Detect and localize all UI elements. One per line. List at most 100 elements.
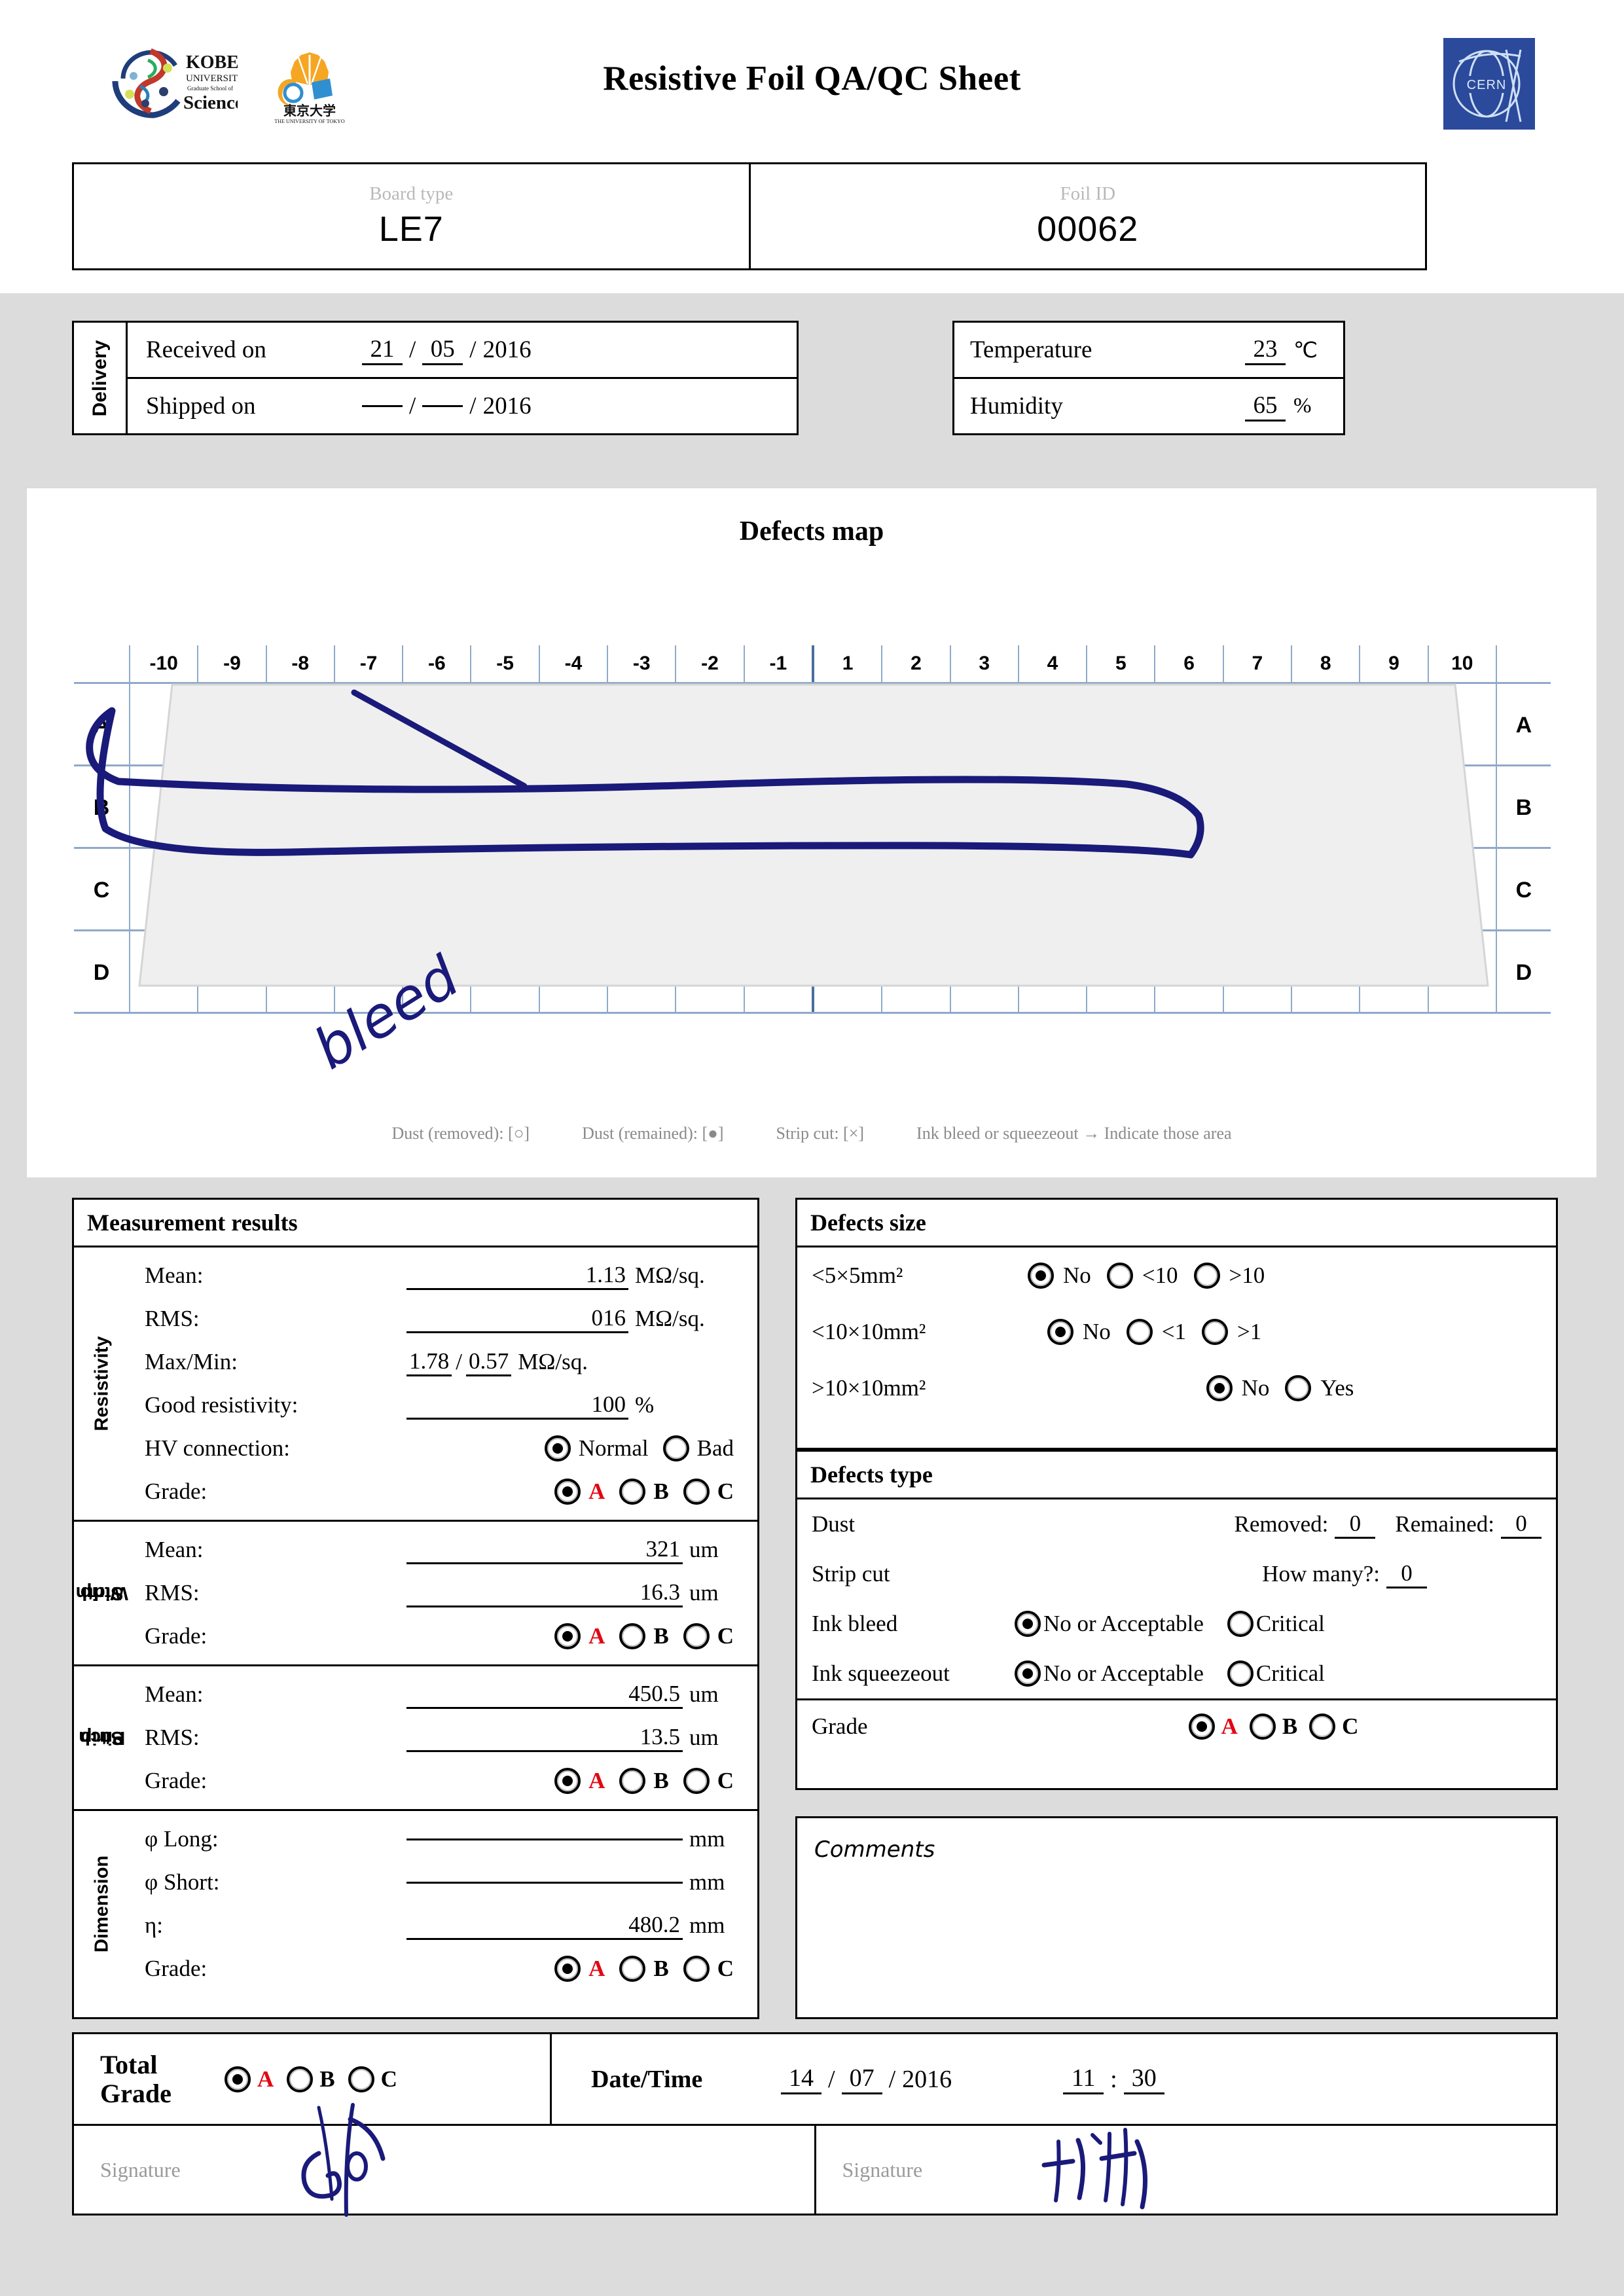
- strip-pitch-rms-value[interactable]: 13.5: [406, 1724, 683, 1752]
- dust-remained-value[interactable]: 0: [1501, 1511, 1542, 1539]
- resistivity-rms-value[interactable]: 016: [406, 1305, 628, 1333]
- comments-value[interactable]: [797, 1881, 1556, 1960]
- strip-cut-row: Strip cut How many?: 0: [797, 1549, 1556, 1599]
- col-header: -8: [265, 645, 334, 682]
- dimension-grade-label: Grade:: [145, 1956, 208, 1981]
- total-grade-b-radio[interactable]: [287, 2066, 314, 2092]
- humidity-label: Humidity: [970, 393, 1063, 420]
- defect-5x5-lt10-label: <10: [1142, 1263, 1178, 1288]
- dimension-grade-b-radio[interactable]: [619, 1956, 646, 1982]
- dimension-short-value[interactable]: [406, 1881, 683, 1884]
- defects-map-legend: Dust (removed): [○] Dust (remained): [●]…: [27, 1124, 1597, 1143]
- temperature-value[interactable]: 23: [1245, 335, 1286, 365]
- received-month-field[interactable]: 05: [422, 335, 463, 365]
- strip-cut-value[interactable]: 0: [1386, 1560, 1427, 1588]
- dust-removed-value[interactable]: 0: [1335, 1511, 1376, 1539]
- row-label-right: B: [1495, 766, 1551, 847]
- defects-type-grade-label: Grade: [812, 1713, 868, 1739]
- dimension-grade-a-label: A: [588, 1956, 605, 1981]
- defects-map-row-a[interactable]: A A: [74, 682, 1551, 764]
- shipped-on-row: Shipped on / / 2016: [128, 377, 797, 433]
- defects-type-grade-c-radio[interactable]: [1309, 1713, 1336, 1740]
- defects-map-row-c[interactable]: C C: [74, 847, 1551, 929]
- date-month-field[interactable]: 07: [841, 2064, 882, 2094]
- defect-gt10x10-no-radio[interactable]: [1206, 1375, 1233, 1401]
- strip-width-mean-value[interactable]: 321: [406, 1536, 683, 1564]
- resistivity-grade-a-radio[interactable]: [554, 1479, 581, 1505]
- dimension-long-unit: mm: [689, 1826, 725, 1852]
- resistivity-rms-unit: MΩ/sq.: [635, 1306, 705, 1331]
- defect-5x5-no-label: No: [1063, 1263, 1091, 1288]
- time-minute-field[interactable]: 30: [1123, 2064, 1164, 2094]
- defect-gt10x10-yes-radio[interactable]: [1285, 1375, 1312, 1401]
- dimension-eta-value[interactable]: 480.2: [406, 1912, 683, 1940]
- shipped-month-field[interactable]: [422, 405, 463, 407]
- humidity-value[interactable]: 65: [1245, 391, 1286, 422]
- board-type-value: LE7: [378, 209, 444, 249]
- col-header: -7: [333, 645, 402, 682]
- hv-normal-radio[interactable]: [544, 1435, 571, 1462]
- defects-map-grid[interactable]: -10 -9 -8 -7 -6 -5 -4 -3 -2 -1 1 2 3 4 5…: [74, 645, 1551, 1022]
- strip-width-grade-label: Grade:: [145, 1623, 208, 1649]
- strip-pitch-grade-row: Grade: A B C: [130, 1759, 757, 1803]
- row-label-left: D: [93, 960, 110, 985]
- strip-width-rms-value[interactable]: 16.3: [406, 1579, 683, 1607]
- resistivity-mean-row: Mean: 1.13 MΩ/sq.: [130, 1254, 757, 1297]
- defects-map-row-b[interactable]: B B: [74, 764, 1551, 847]
- strip-pitch-mean-value[interactable]: 450.5: [406, 1681, 683, 1709]
- signature-ink-2: [1041, 2128, 1147, 2210]
- strip-pitch-grade-c-radio[interactable]: [683, 1768, 710, 1794]
- ink-squeezeout-critical-radio[interactable]: [1227, 1660, 1254, 1687]
- strip-width-grade-c-radio[interactable]: [683, 1623, 710, 1649]
- ink-squeezeout-acceptable-radio[interactable]: [1015, 1660, 1041, 1687]
- dimension-grade-a-radio[interactable]: [554, 1956, 581, 1982]
- defect-5x5-no-radio[interactable]: [1028, 1263, 1054, 1289]
- resistivity-min-value[interactable]: 0.57: [465, 1348, 512, 1376]
- defect-10x10-gt1-radio[interactable]: [1202, 1319, 1229, 1345]
- ink-bleed-acceptable-radio[interactable]: [1015, 1611, 1041, 1637]
- footer-time-sep: :: [1110, 2065, 1117, 2093]
- resistivity-grade-b-radio[interactable]: [619, 1479, 646, 1505]
- signature-field-1[interactable]: Signature: [74, 2103, 814, 2217]
- total-grade-c-radio[interactable]: [348, 2066, 374, 2092]
- shipped-day-field[interactable]: [362, 405, 403, 407]
- dimension-long-value[interactable]: [406, 1838, 683, 1840]
- comments-panel[interactable]: Comments: [795, 1816, 1558, 2019]
- defect-5x5-lt10-radio[interactable]: [1106, 1263, 1133, 1289]
- good-resistivity-value[interactable]: 100: [406, 1391, 628, 1420]
- ink-bleed-critical-radio[interactable]: [1227, 1611, 1254, 1637]
- time-hour-field[interactable]: 11: [1063, 2064, 1104, 2094]
- total-grade-a-radio[interactable]: [225, 2066, 251, 2092]
- defects-type-grade-a-radio[interactable]: [1188, 1713, 1215, 1740]
- defect-10x10-no-radio[interactable]: [1047, 1319, 1074, 1345]
- ink-squeezeout-critical-label: Critical: [1255, 1660, 1325, 1686]
- strip-pitch-mean-row: Mean: 450.5 um: [130, 1673, 757, 1716]
- date-day-field[interactable]: 14: [781, 2064, 821, 2094]
- humidity-unit: %: [1293, 394, 1312, 418]
- defect-10x10-lt1-radio[interactable]: [1126, 1319, 1153, 1345]
- resistivity-mean-value[interactable]: 1.13: [406, 1262, 628, 1290]
- col-header: 3: [949, 645, 1018, 682]
- resistivity-grade-c-radio[interactable]: [683, 1479, 710, 1505]
- board-type-cell[interactable]: Board type LE7: [74, 164, 749, 268]
- signature-field-2[interactable]: Signature: [814, 2126, 1557, 2214]
- resistivity-max-value[interactable]: 1.78: [406, 1348, 452, 1376]
- strip-width-grade-b-radio[interactable]: [619, 1623, 646, 1649]
- col-header: 1: [811, 645, 881, 682]
- shipped-year-field: 2016: [482, 393, 532, 420]
- defect-5x5-gt10-radio[interactable]: [1193, 1263, 1220, 1289]
- identification-bar: Board type LE7 Foil ID 00062: [72, 162, 1427, 270]
- resistivity-maxmin-unit: MΩ/sq.: [518, 1349, 588, 1374]
- defects-type-grade-b-radio[interactable]: [1249, 1713, 1276, 1740]
- hv-bad-radio[interactable]: [662, 1435, 689, 1462]
- defects-map-panel: Defects map -10 -9 -8 -7 -6 -5 -4 -3 -2 …: [26, 488, 1597, 1178]
- received-day-field[interactable]: 21: [362, 335, 403, 365]
- strip-width-grade-a-radio[interactable]: [554, 1623, 581, 1649]
- strip-pitch-grade-a-radio[interactable]: [554, 1768, 581, 1794]
- dimension-short-label: φ Short:: [145, 1869, 220, 1895]
- strip-pitch-grade-b-radio[interactable]: [619, 1768, 646, 1794]
- defects-map-row-d[interactable]: D D: [74, 929, 1551, 1012]
- col-header: 5: [1086, 645, 1154, 682]
- foil-id-cell[interactable]: Foil ID 00062: [748, 164, 1426, 268]
- dimension-grade-c-radio[interactable]: [683, 1956, 710, 1982]
